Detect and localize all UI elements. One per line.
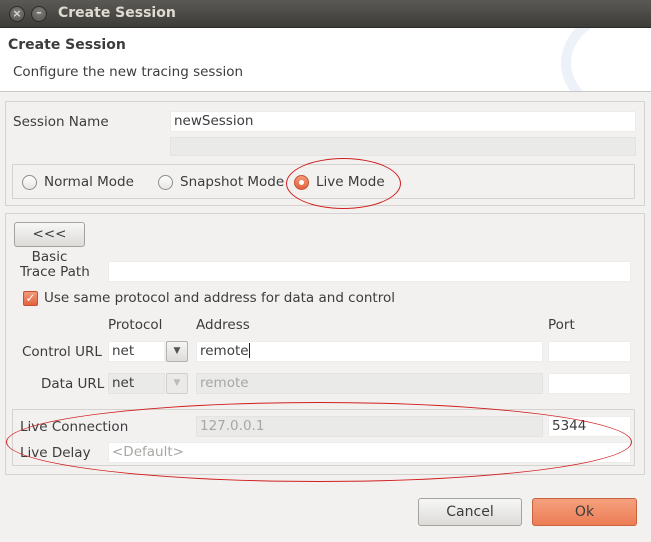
trace-path-label: Trace Path xyxy=(20,264,90,280)
control-protocol-combo[interactable]: net xyxy=(108,341,165,362)
title-bar[interactable]: × – Create Session xyxy=(0,0,651,28)
live-delay-input[interactable]: <Default> xyxy=(108,442,631,463)
chevron-down-icon[interactable]: ▼ xyxy=(166,341,188,362)
trace-path-input[interactable] xyxy=(108,261,631,282)
data-url-label: Data URL xyxy=(41,376,105,392)
port-column-header: Port xyxy=(548,317,575,333)
window-title: Create Session xyxy=(58,5,176,21)
control-url-label: Control URL xyxy=(22,344,102,360)
close-icon[interactable]: × xyxy=(9,6,25,22)
live-delay-label: Live Delay xyxy=(20,445,91,461)
normal-mode-label[interactable]: Normal Mode xyxy=(44,174,134,190)
header-decoration xyxy=(561,28,651,91)
snapshot-mode-label[interactable]: Snapshot Mode xyxy=(180,174,284,190)
text-caret xyxy=(248,343,250,358)
chevron-down-icon: ▼ xyxy=(166,373,188,394)
same-protocol-label[interactable]: Use same protocol and address for data a… xyxy=(44,290,395,306)
control-address-input[interactable]: remote xyxy=(196,341,543,362)
data-address-input: remote xyxy=(196,373,543,394)
address-column-header: Address xyxy=(196,317,250,333)
live-mode-label[interactable]: Live Mode xyxy=(316,174,385,190)
session-name-label: Session Name xyxy=(13,114,109,130)
snapshot-mode-radio[interactable] xyxy=(158,175,173,190)
header-title: Create Session xyxy=(8,37,126,53)
ok-button[interactable]: Ok xyxy=(532,498,637,526)
cancel-button[interactable]: Cancel xyxy=(418,498,522,526)
data-port-input[interactable] xyxy=(548,373,631,394)
live-connection-port[interactable]: 5344 xyxy=(548,416,631,437)
normal-mode-radio[interactable] xyxy=(22,175,37,190)
data-protocol-combo: net xyxy=(108,373,165,394)
minimize-icon[interactable]: – xyxy=(31,6,47,22)
same-protocol-checkbox[interactable]: ✓ xyxy=(23,291,38,306)
create-session-window: × – Create Session Create Session Config… xyxy=(0,0,651,542)
session-name-input[interactable]: newSession xyxy=(170,111,636,132)
protocol-column-header: Protocol xyxy=(108,317,163,333)
live-connection-label: Live Connection xyxy=(20,419,129,435)
control-address-value: remote xyxy=(200,343,249,359)
session-name-status xyxy=(170,137,636,156)
header-description: Configure the new tracing session xyxy=(13,64,244,80)
control-port-input[interactable] xyxy=(548,341,631,362)
live-connection-address: 127.0.0.1 xyxy=(196,416,543,437)
dialog-header: Create Session Configure the new tracing… xyxy=(0,28,651,92)
live-mode-radio[interactable] xyxy=(294,175,309,190)
basic-button[interactable]: <<< Basic xyxy=(14,222,85,265)
